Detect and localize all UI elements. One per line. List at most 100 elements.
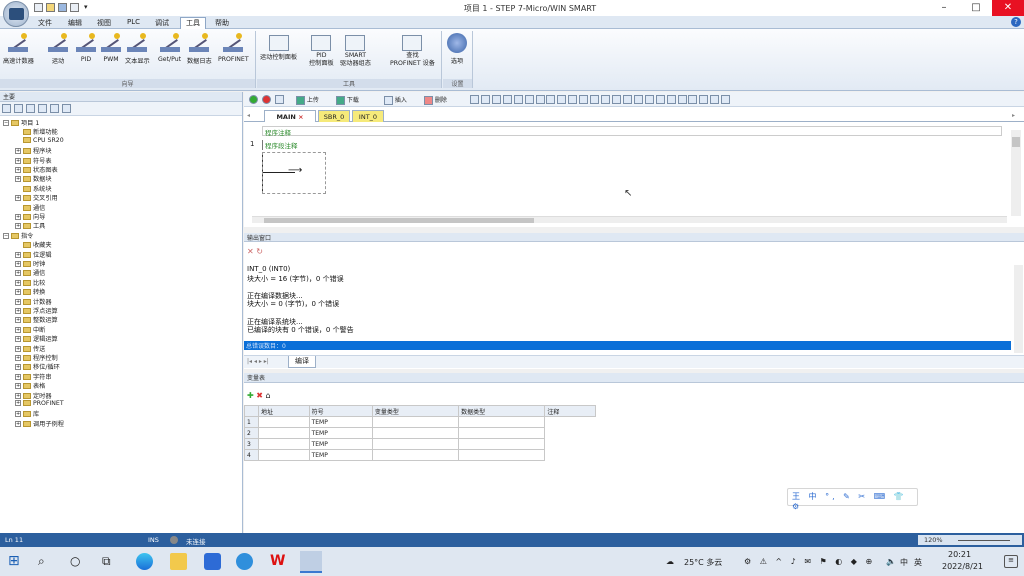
vars-toolbar-icons[interactable]: ✚ ✖ ⌂ bbox=[247, 391, 271, 400]
windows-start-icon[interactable]: ⊞ bbox=[8, 553, 25, 570]
expand-toggle-icon[interactable]: + bbox=[15, 400, 21, 406]
task-view-icon[interactable]: ⧉ bbox=[102, 553, 119, 570]
tree-item[interactable]: + 比较 bbox=[15, 278, 45, 287]
delete-button[interactable]: 删除 bbox=[424, 95, 447, 105]
expand-toggle-icon[interactable]: + bbox=[15, 270, 21, 277]
qat-customize[interactable]: ▾ bbox=[84, 3, 88, 11]
tree-item[interactable]: + 计数器 bbox=[15, 297, 52, 306]
tree-tool-icon[interactable] bbox=[62, 104, 71, 113]
expand-toggle-icon[interactable]: + bbox=[15, 317, 21, 324]
menu-file[interactable]: 文件 bbox=[38, 18, 52, 28]
tree-item[interactable]: + 数据块 bbox=[15, 174, 52, 183]
expand-toggle-icon[interactable]: − bbox=[3, 232, 9, 239]
pid-panel-button[interactable]: PID 控制面板 bbox=[309, 33, 334, 68]
tree-item[interactable]: + 定时器 bbox=[15, 391, 52, 400]
weather[interactable]: 25°C 多云 bbox=[684, 557, 722, 568]
expand-toggle-icon[interactable]: + bbox=[15, 176, 21, 183]
tree-item[interactable]: 系统块 bbox=[15, 184, 52, 193]
tree-tool-icon[interactable] bbox=[14, 104, 23, 113]
menu-debug[interactable]: 调试 bbox=[155, 18, 169, 28]
expand-toggle-icon[interactable]: + bbox=[15, 364, 21, 371]
help-icon[interactable]: ? bbox=[1011, 17, 1021, 27]
notification-icon[interactable]: ≡ bbox=[1004, 555, 1018, 568]
tree-item[interactable]: + 整数运算 bbox=[15, 315, 58, 324]
download-button[interactable]: 下载 bbox=[336, 95, 359, 105]
step7-taskbar-icon[interactable] bbox=[300, 551, 322, 573]
volume-icon[interactable]: 🔈 bbox=[886, 557, 896, 566]
scroll-thumb[interactable] bbox=[264, 218, 534, 223]
cortana-icon[interactable]: ○ bbox=[70, 553, 87, 570]
table-cell[interactable] bbox=[458, 427, 546, 439]
expand-toggle-icon[interactable]: + bbox=[15, 195, 21, 202]
program-comment[interactable]: 程序注释 bbox=[262, 126, 1002, 137]
minimize-button[interactable]: – bbox=[928, 0, 960, 16]
search-icon[interactable]: ⌕ bbox=[38, 553, 55, 570]
expand-toggle-icon[interactable]: + bbox=[15, 279, 21, 286]
expand-toggle-icon[interactable]: + bbox=[15, 355, 21, 361]
expand-toggle-icon[interactable]: + bbox=[15, 167, 21, 173]
wps-office-icon[interactable]: W bbox=[270, 553, 287, 570]
tree-item[interactable]: + 符号表 bbox=[15, 156, 52, 165]
tree-item[interactable]: + 向导 bbox=[15, 212, 45, 221]
menu-plc[interactable]: PLC bbox=[127, 18, 140, 26]
motion-wizard-button[interactable]: 运动 bbox=[48, 33, 68, 65]
tab-scroll-right-icon[interactable]: ▸ bbox=[1012, 112, 1015, 119]
table-cell[interactable] bbox=[371, 449, 460, 461]
expand-toggle-icon[interactable]: + bbox=[15, 420, 21, 427]
zoom-control[interactable]: 120% bbox=[918, 535, 1022, 545]
table-cell[interactable]: TEMP bbox=[308, 416, 373, 428]
profinet-wizard-button[interactable]: PROFINET bbox=[218, 33, 249, 63]
tree-item[interactable]: CPU SR20 bbox=[15, 136, 64, 146]
menu-view[interactable]: 视图 bbox=[97, 18, 111, 28]
pwm-wizard-button[interactable]: PWM bbox=[101, 33, 121, 63]
expand-toggle-icon[interactable]: + bbox=[15, 308, 21, 314]
tree-item[interactable]: − 指令 bbox=[3, 231, 33, 240]
table-row[interactable]: 2 TEMP bbox=[244, 427, 596, 439]
tree-item[interactable]: + 程序控制 bbox=[15, 353, 58, 362]
table-cell[interactable]: 3 bbox=[244, 438, 259, 450]
column-header[interactable]: 地址 bbox=[258, 405, 310, 417]
column-header[interactable]: 符号 bbox=[308, 405, 373, 417]
tree-item[interactable]: + 移位/循环 bbox=[15, 362, 60, 371]
menu-help[interactable]: 帮助 bbox=[215, 18, 229, 28]
table-cell[interactable] bbox=[458, 438, 546, 450]
edge-browser-icon[interactable] bbox=[136, 553, 153, 570]
expand-toggle-icon[interactable]: + bbox=[15, 289, 21, 296]
tree-item[interactable]: + 工具 bbox=[15, 221, 45, 230]
column-header[interactable]: 数据类型 bbox=[458, 405, 546, 417]
tree-item[interactable]: + 中断 bbox=[15, 325, 45, 334]
table-cell[interactable] bbox=[371, 416, 460, 428]
application-button[interactable] bbox=[3, 1, 29, 27]
ime-indicator[interactable]: 中 bbox=[900, 557, 908, 568]
save-icon[interactable] bbox=[58, 3, 67, 12]
table-cell[interactable] bbox=[458, 416, 546, 428]
table-cell[interactable]: 2 bbox=[244, 427, 259, 439]
expand-toggle-icon[interactable]: + bbox=[15, 148, 21, 155]
tab-int0[interactable]: INT_0 bbox=[352, 110, 384, 122]
clock-date[interactable]: 2022/8/21 bbox=[942, 562, 983, 571]
insert-button[interactable]: 插入 bbox=[384, 95, 407, 105]
tree-item[interactable]: 通信 bbox=[15, 203, 45, 212]
network-comment[interactable]: 程序段注释 bbox=[262, 140, 1002, 150]
table-row[interactable]: 4 TEMP bbox=[244, 449, 596, 461]
menu-tools[interactable]: 工具 bbox=[180, 17, 206, 29]
pid-wizard-button[interactable]: PID bbox=[76, 33, 96, 63]
tab-sbr0[interactable]: SBR_0 bbox=[318, 110, 350, 122]
tree-item[interactable]: + 交叉引用 bbox=[15, 193, 58, 202]
table-cell[interactable] bbox=[371, 427, 460, 439]
table-cell[interactable]: 1 bbox=[244, 416, 259, 428]
hsc-wizard-button[interactable]: 高速计数器 bbox=[3, 33, 34, 65]
getput-wizard-button[interactable]: Get/Put bbox=[158, 33, 181, 63]
tree-item[interactable]: 新增功能 bbox=[15, 127, 58, 136]
upload-button[interactable]: 上传 bbox=[296, 95, 319, 105]
output-vscrollbar[interactable] bbox=[1014, 265, 1023, 353]
output-clear-icon[interactable]: ✕ ↻ bbox=[247, 247, 263, 256]
expand-toggle-icon[interactable]: + bbox=[15, 157, 21, 164]
expand-toggle-icon[interactable]: + bbox=[15, 261, 21, 267]
weather-icon[interactable]: ☁ bbox=[666, 557, 674, 566]
tree-item[interactable]: + 程序块 bbox=[15, 146, 52, 155]
table-cell[interactable] bbox=[258, 438, 310, 450]
print-icon[interactable] bbox=[70, 3, 79, 12]
expand-toggle-icon[interactable]: + bbox=[15, 214, 21, 220]
expand-toggle-icon[interactable]: + bbox=[15, 383, 21, 390]
